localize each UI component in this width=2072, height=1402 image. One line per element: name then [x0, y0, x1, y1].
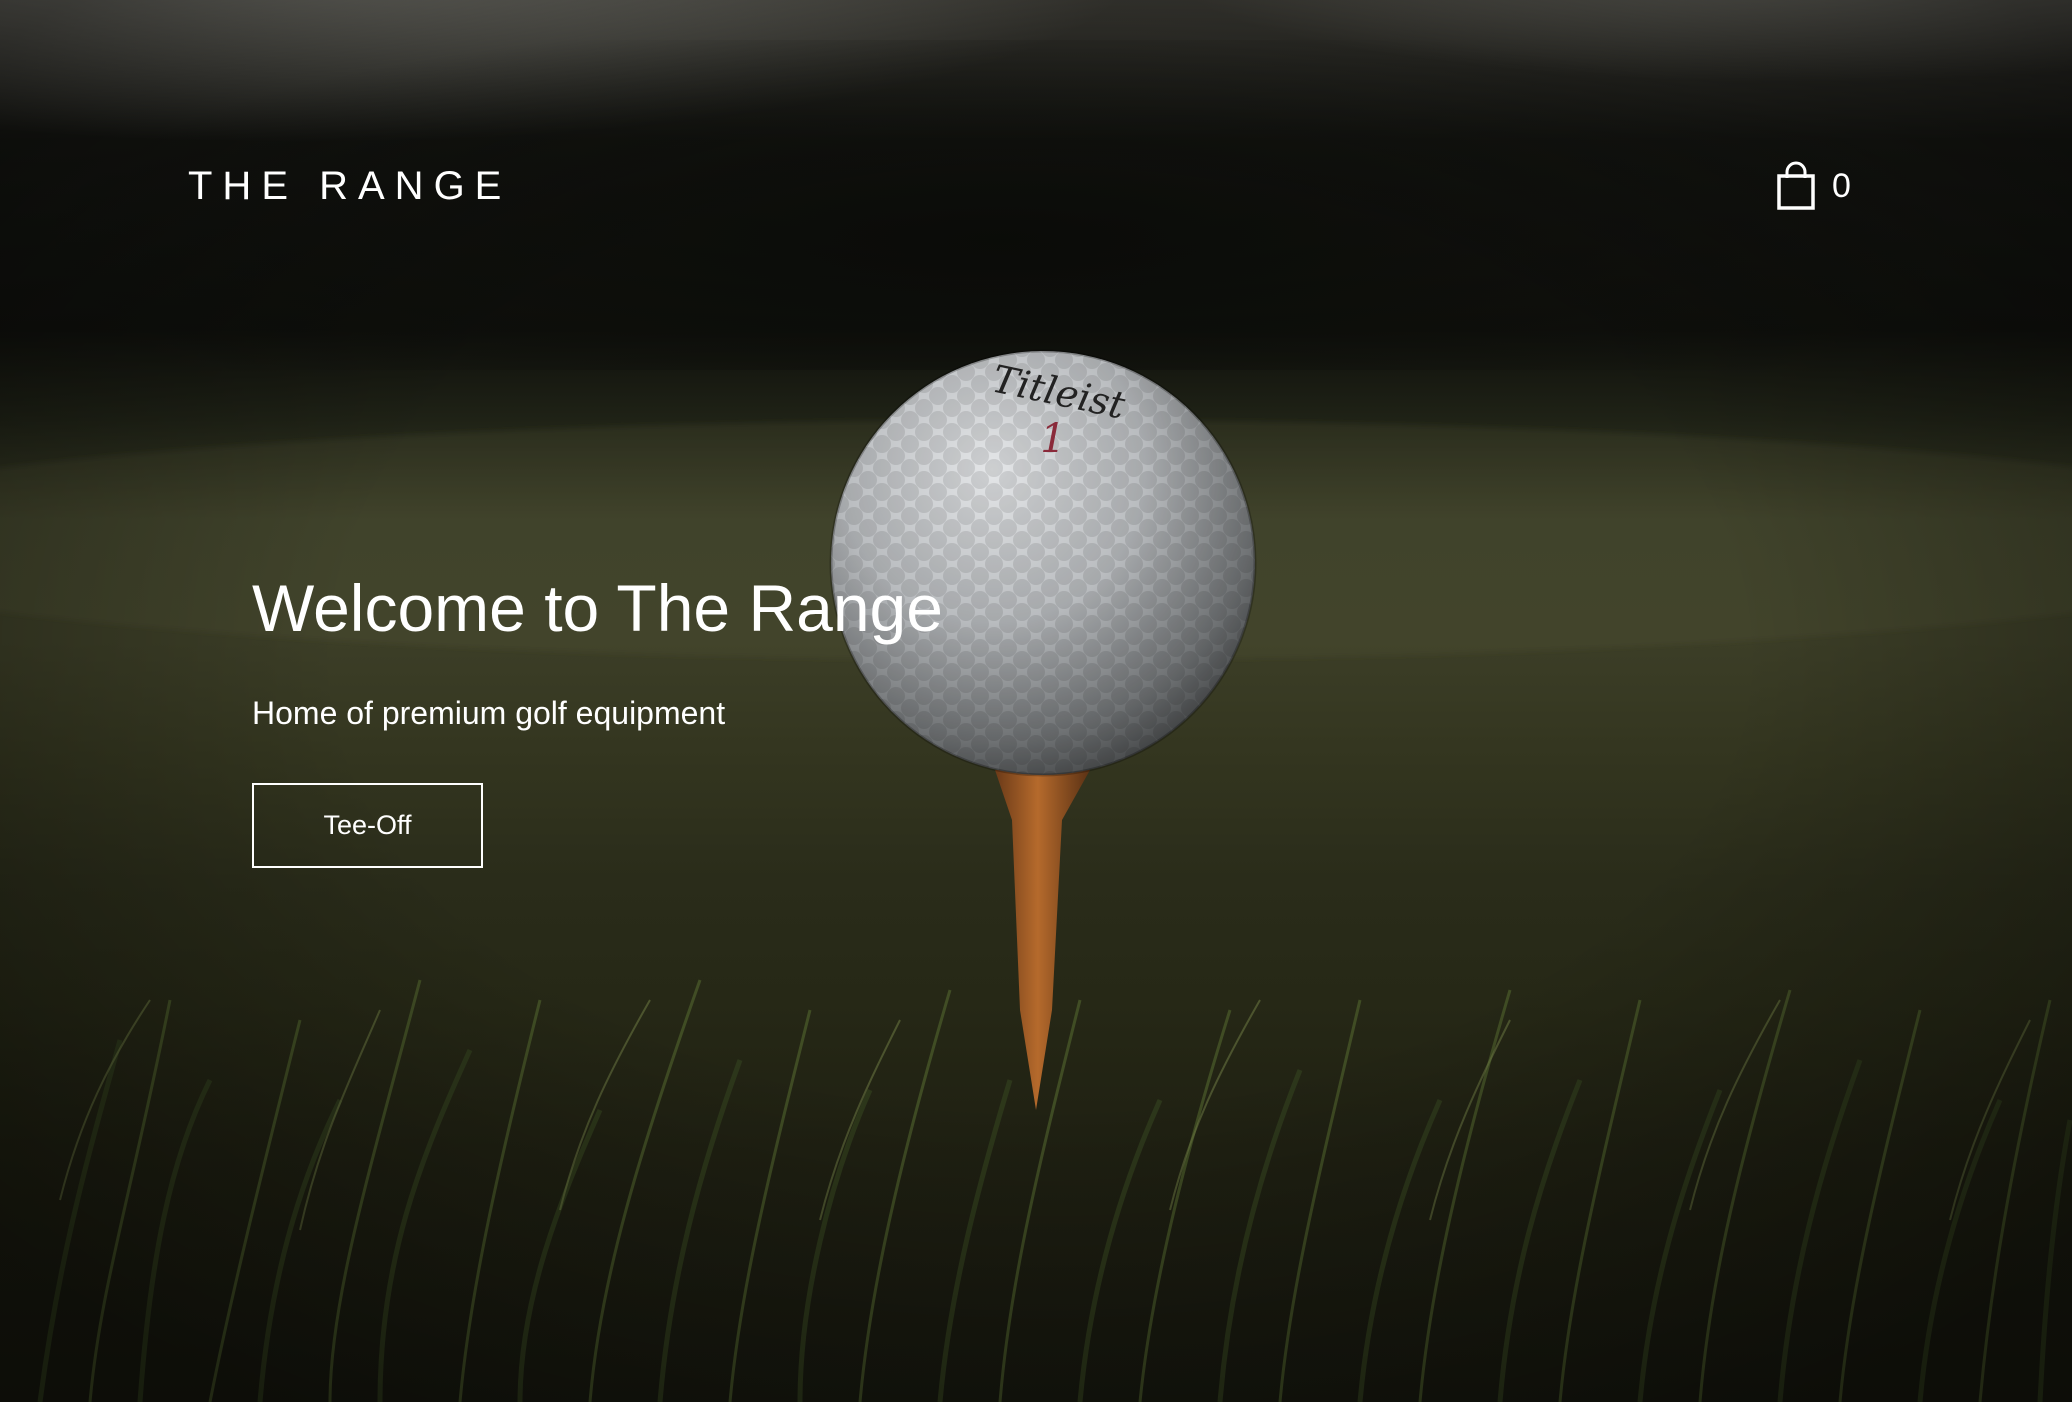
tee-off-button[interactable]: Tee-Off	[252, 783, 483, 868]
hero-title: Welcome to The Range	[252, 571, 943, 645]
shopping-bag-icon	[1777, 161, 1815, 210]
cart-button[interactable]: 0	[1776, 158, 1886, 214]
cart-count: 0	[1832, 166, 1851, 205]
hero-subtitle: Home of premium golf equipment	[252, 695, 726, 731]
brand-logo[interactable]: THE RANGE	[188, 164, 511, 209]
site-header: THE RANGE 0	[0, 0, 2072, 380]
landing-page: Titleist 1 THE RANGE 0 Welcome to The Ran…	[0, 0, 2072, 1402]
ball-number-text: 1	[1040, 416, 1065, 462]
